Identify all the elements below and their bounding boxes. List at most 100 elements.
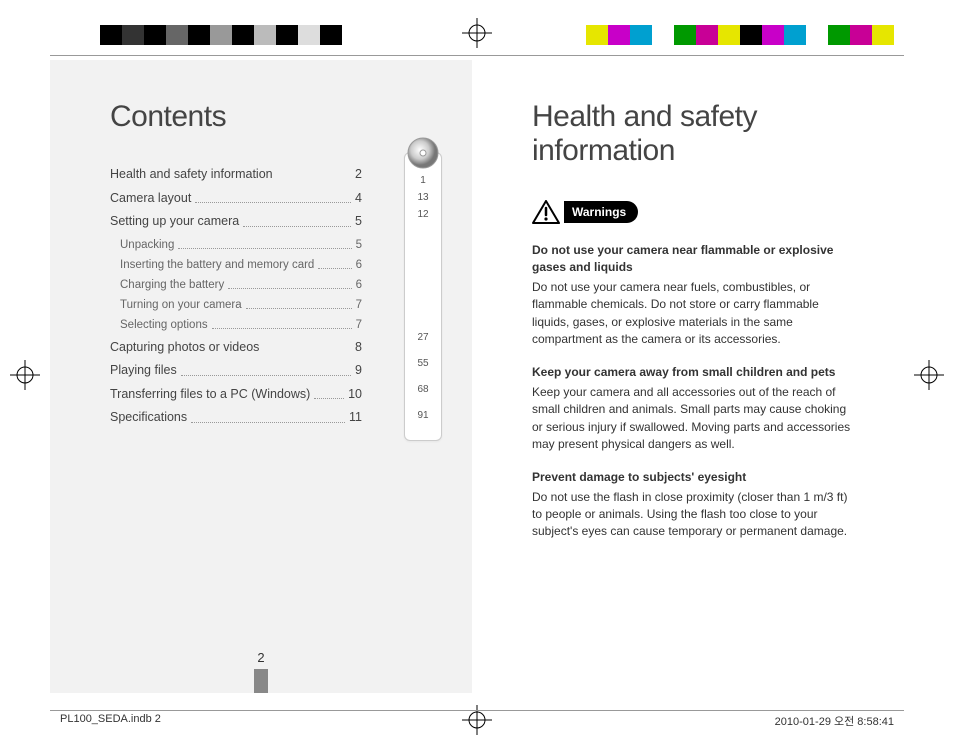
toc-entry: Capturing photos or videos 8 — [110, 339, 362, 357]
color-swatch — [652, 25, 674, 45]
thumb-index-num: 55 — [405, 358, 441, 369]
thumb-index-num: 27 — [405, 332, 441, 343]
color-swatch — [718, 25, 740, 45]
crop-line — [50, 55, 904, 56]
thumb-index-num: 13 — [405, 192, 441, 203]
toc-page: 7 — [356, 297, 362, 313]
page-spread: Contents Health and safety information 2 C… — [50, 60, 904, 693]
warnings-label: Warnings — [532, 200, 638, 224]
toc-page: 2 — [355, 166, 362, 184]
thumb-index-gap — [405, 226, 441, 326]
toc-label: Transferring files to a PC (Windows) — [110, 386, 310, 404]
toc-leader — [195, 190, 351, 204]
toc-leader — [243, 213, 351, 227]
warnings-badge: Warnings — [564, 201, 638, 223]
color-swatch — [188, 25, 210, 45]
color-swatch — [806, 25, 828, 45]
toc-page: 8 — [355, 339, 362, 357]
color-swatch — [784, 25, 806, 45]
toc-label: Setting up your camera — [110, 213, 239, 231]
toc-label: Capturing photos or videos — [110, 339, 259, 357]
thumb-index-num: 91 — [405, 410, 441, 421]
registration-mark-icon — [914, 360, 944, 390]
color-swatch — [232, 25, 254, 45]
color-swatch — [100, 25, 122, 45]
warning-section: Prevent damage to subjects' eyesight Do n… — [532, 469, 854, 541]
toc-leader — [181, 362, 351, 376]
color-swatch — [872, 25, 894, 45]
color-swatch — [762, 25, 784, 45]
color-swatch — [674, 25, 696, 45]
toc-label: Specifications — [110, 409, 187, 427]
toc-page: 7 — [356, 317, 362, 333]
toc-leader — [212, 317, 352, 329]
toc-leader — [191, 409, 345, 423]
toc-page: 5 — [356, 237, 362, 253]
toc-entry: Turning on your camera 7 — [120, 297, 362, 313]
registration-mark-icon — [462, 18, 492, 48]
toc-page: 4 — [355, 190, 362, 208]
toc-page: 5 — [355, 213, 362, 231]
contents-heading: Contents — [110, 100, 432, 134]
color-swatch — [166, 25, 188, 45]
warning-title: Do not use your camera near flammable or… — [532, 242, 854, 277]
toc-label: Selecting options — [120, 317, 208, 333]
warning-section: Do not use your camera near flammable or… — [532, 242, 854, 348]
color-swatch — [630, 25, 652, 45]
color-swatch — [298, 25, 320, 45]
toc-leader — [277, 166, 351, 180]
warning-title: Prevent damage to subjects' eyesight — [532, 469, 854, 486]
color-swatch — [608, 25, 630, 45]
toc-leader — [314, 386, 344, 400]
color-swatch — [740, 25, 762, 45]
toc-label: Unpacking — [120, 237, 174, 253]
toc-entry: Unpacking 5 — [120, 237, 362, 253]
thumb-index-num: 68 — [405, 384, 441, 395]
toc-leader — [318, 257, 351, 269]
page-number-tab: 2 — [254, 650, 268, 693]
toc-label: Turning on your camera — [120, 297, 242, 313]
toc-label: Inserting the battery and memory card — [120, 257, 314, 273]
color-swatch — [828, 25, 850, 45]
toc-entry: Transferring files to a PC (Windows)10 — [110, 386, 362, 404]
color-swatch — [122, 25, 144, 45]
chapter-tab-icon — [254, 669, 268, 693]
warning-section: Keep your camera away from small childre… — [532, 364, 854, 453]
warning-body: Do not use your camera near fuels, combu… — [532, 280, 819, 346]
color-swatch — [320, 25, 342, 45]
toc-label: Playing files — [110, 362, 177, 380]
color-swatch — [276, 25, 298, 45]
color-swatch — [850, 25, 872, 45]
warning-title: Keep your camera away from small childre… — [532, 364, 854, 381]
toc-label: Camera layout — [110, 190, 191, 208]
footer-file: PL100_SEDA.indb 2 — [60, 713, 161, 729]
toc-entry: Inserting the battery and memory card6 — [120, 257, 362, 273]
color-swatch — [254, 25, 276, 45]
toc-entry: Camera layout 4 — [110, 190, 362, 208]
section-heading: Health and safety information — [532, 100, 854, 168]
warning-body: Do not use the flash in close proximity … — [532, 490, 847, 539]
toc-page: 11 — [349, 409, 362, 427]
page-number: 2 — [254, 650, 268, 665]
toc-leader — [263, 339, 351, 353]
chapter-thumb-index: 1131227556891 — [404, 152, 442, 441]
toc-label: Health and safety information — [110, 166, 273, 184]
color-bar-left — [100, 25, 364, 45]
color-swatch — [342, 25, 364, 45]
toc-entry: Playing files 9 — [110, 362, 362, 380]
toc-page: 9 — [355, 362, 362, 380]
toc-entry: Health and safety information 2 — [110, 166, 362, 184]
color-swatch — [696, 25, 718, 45]
crop-line — [50, 710, 904, 711]
table-of-contents: Health and safety information 2 Camera lay… — [110, 166, 432, 231]
toc-entry: Charging the battery6 — [120, 277, 362, 293]
toc-leader — [228, 277, 351, 289]
color-bar-right — [586, 25, 894, 45]
left-page: Contents Health and safety information 2 C… — [50, 60, 472, 693]
color-swatch — [144, 25, 166, 45]
toc-leader — [178, 237, 351, 249]
table-of-contents-sub: Unpacking 5 Inserting the battery and memo… — [110, 237, 432, 333]
print-footer: PL100_SEDA.indb 2 2010-01-29 오전 8:58:41 — [60, 713, 894, 729]
toc-entry: Specifications 11 — [110, 409, 362, 427]
disc-icon — [407, 137, 439, 169]
